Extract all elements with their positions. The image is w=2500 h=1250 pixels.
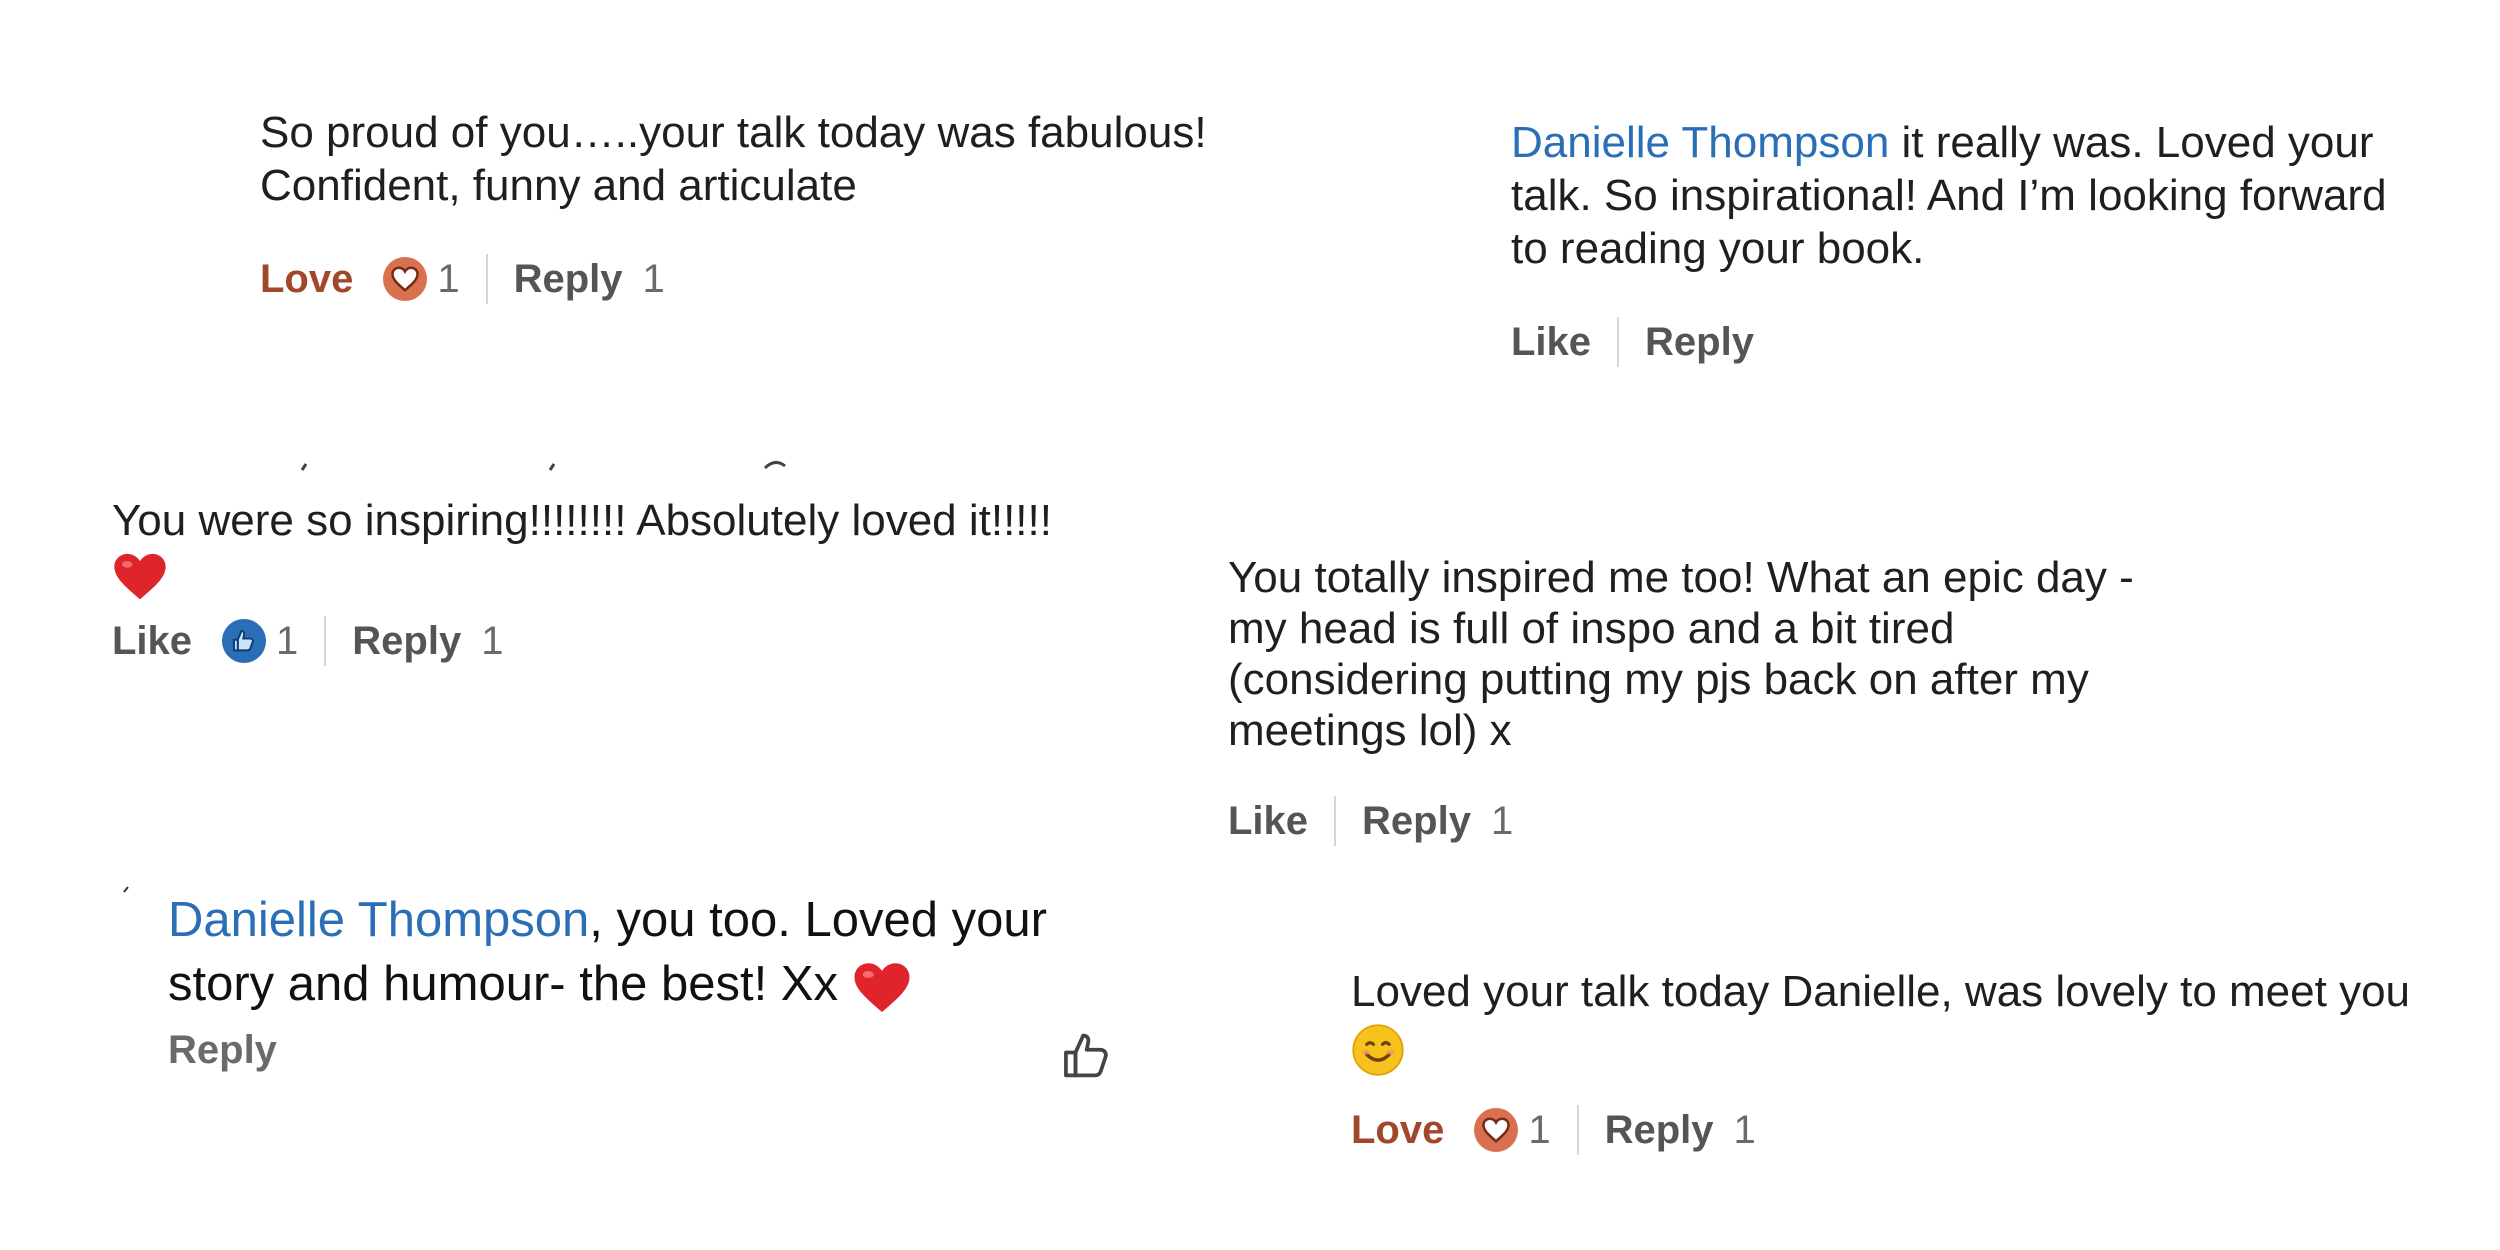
reply-button[interactable]: Reply xyxy=(168,1028,277,1073)
cropped-avatar-fragment xyxy=(123,886,129,893)
comment-card: Danielle Thompson, you too. Loved your s… xyxy=(168,888,1098,1073)
comment-body: You were so inspiring!!!!!!!! Absolutely… xyxy=(112,496,1052,545)
comment-body: Loved your talk today Danielle, was love… xyxy=(1351,967,2411,1016)
mention-link[interactable]: Danielle Thompson xyxy=(1511,118,1889,167)
comment-actions: Love 1 Reply 1 xyxy=(1351,1105,2431,1156)
thumbs-up-icon xyxy=(222,619,267,664)
reaction-count: 1 xyxy=(276,618,299,663)
like-button[interactable]: Like xyxy=(1228,799,1308,844)
comment-card: You were so inspiring!!!!!!!! Absolutely… xyxy=(112,494,1122,667)
love-button[interactable]: Love xyxy=(260,257,353,302)
comment-text: Loved your talk today Danielle, was love… xyxy=(1351,964,2431,1077)
divider xyxy=(324,616,327,667)
divider xyxy=(1617,317,1620,367)
comment-actions: Like Reply 1 xyxy=(1228,796,2188,846)
reply-button[interactable]: Reply xyxy=(352,619,461,664)
comment-card: So proud of you…..your talk today was fa… xyxy=(260,106,1310,304)
reply-count: 1 xyxy=(642,256,665,301)
comment-actions: Love 1 Reply 1 xyxy=(260,254,1310,304)
reply-button[interactable]: Reply xyxy=(1645,320,1754,365)
red-heart-emoji xyxy=(852,957,912,1013)
reply-button[interactable]: Reply xyxy=(1605,1108,1714,1153)
comment-actions: Like Reply xyxy=(1511,317,2391,367)
divider xyxy=(1334,796,1337,846)
heart-icon xyxy=(1474,1108,1519,1153)
smiling-face-emoji xyxy=(1351,1023,1405,1077)
reply-count: 1 xyxy=(1490,798,1514,843)
comment-text: You totally inspired me too! What an epi… xyxy=(1228,553,2134,755)
comment-text: Danielle Thompson it really was. Loved y… xyxy=(1511,116,2391,275)
comment-text: You were so inspiring!!!!!!!! Absolutely… xyxy=(112,494,1122,602)
comment-text: Danielle Thompson, you too. Loved your s… xyxy=(168,888,1098,1016)
love-button[interactable]: Love xyxy=(1351,1108,1444,1153)
heart-icon xyxy=(383,257,428,301)
comment-card: Danielle Thompson it really was. Loved y… xyxy=(1511,116,2391,367)
reply-button[interactable]: Reply xyxy=(514,257,623,302)
mention-link[interactable]: Danielle Thompson xyxy=(168,893,589,947)
reaction-count: 1 xyxy=(1528,1107,1551,1152)
comment-card: You totally inspired me too! What an epi… xyxy=(1228,552,2188,846)
comment-card: Loved your talk today Danielle, was love… xyxy=(1351,964,2431,1156)
like-button[interactable]: Like xyxy=(112,619,192,664)
comment-text: So proud of you…..your talk today was fa… xyxy=(260,108,1207,210)
reaction-count: 1 xyxy=(437,256,460,301)
comment-actions: Like 1 Reply 1 xyxy=(112,616,1122,667)
like-button[interactable]: Like xyxy=(1511,320,1591,365)
reply-count: 1 xyxy=(1733,1107,1756,1152)
red-heart-emoji xyxy=(112,549,168,600)
divider xyxy=(1576,1105,1579,1156)
reply-count: 1 xyxy=(481,618,504,663)
thumbs-up-outline-icon[interactable] xyxy=(1058,1028,1114,1084)
comment-actions: Reply xyxy=(168,1028,1098,1073)
divider xyxy=(485,254,488,304)
cropped-text-fragment xyxy=(300,461,786,471)
reply-button[interactable]: Reply xyxy=(1362,799,1471,844)
